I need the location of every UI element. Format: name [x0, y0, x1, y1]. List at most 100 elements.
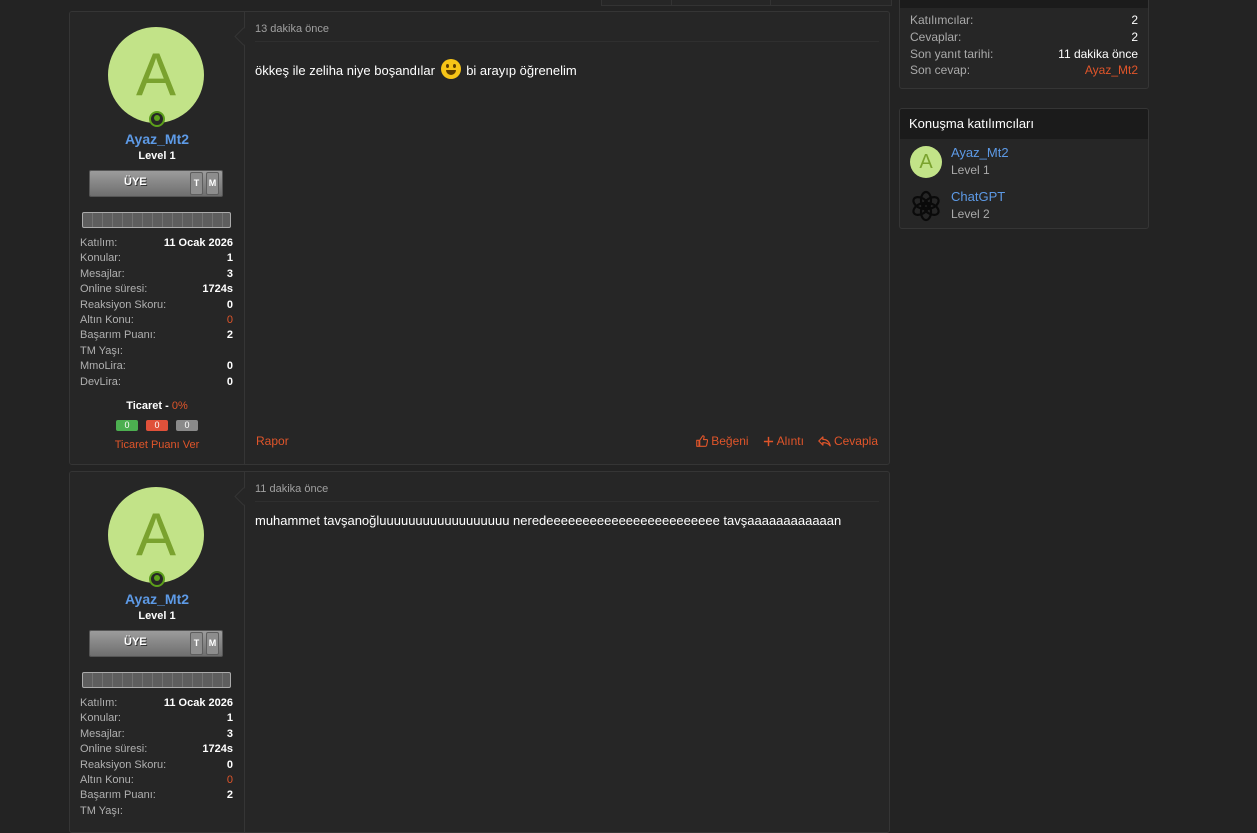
username-link[interactable]: Ayaz_Mt2: [70, 591, 244, 607]
stat-label: Katılım:: [80, 237, 118, 249]
stat-value: 2: [226, 329, 233, 342]
info-row: Son yanıt tarihi: 11 dakika önce: [900, 47, 1148, 64]
stat-label: Online süresi:: [80, 743, 148, 756]
stat-row: Başarım Puanı: 2: [80, 789, 233, 804]
reply-button[interactable]: Cevapla: [818, 434, 878, 448]
post-actions: Beğeni Alıntı Cevapla: [696, 434, 878, 448]
stat-row: TM Yaşı:: [80, 345, 233, 360]
stat-row: Katılım: 11 Ocak 2026: [80, 697, 233, 712]
trade-neutral-badge: 0: [176, 420, 198, 431]
post-body: ökkeş ile zeliha niye boşandılar bi aray…: [255, 59, 577, 79]
info-label: Son cevap:: [910, 63, 971, 78]
thread-info-box: Katılımcılar: 2 Cevaplar: 2 Son yanıt tari…: [899, 0, 1149, 89]
thread-info-header: [900, 0, 1148, 8]
stat-value: 0: [226, 375, 233, 388]
online-status-icon: [149, 111, 165, 127]
trade-negative-badge: 0: [146, 420, 168, 431]
trade-score: Ticaret - 0%: [70, 400, 244, 412]
post-user-panel: A Ayaz_Mt2 Level 1 ÜYE T M Katılım: 11 Oc…: [70, 472, 245, 832]
trade-label: Ticaret -: [126, 400, 169, 412]
info-row: Son cevap: Ayaz_Mt2: [900, 63, 1148, 80]
stat-value: 0: [226, 360, 233, 373]
stat-value: 1: [226, 252, 233, 265]
stat-label: DevLira:: [80, 375, 121, 388]
rank-tag-t: T: [190, 172, 203, 195]
stat-value: 0: [226, 773, 233, 786]
info-row: Cevaplar: 2: [900, 30, 1148, 47]
participant-level: Level 2: [951, 207, 990, 221]
stat-label: Reaksiyon Skoru:: [80, 298, 167, 311]
post-2: A Ayaz_Mt2 Level 1 ÜYE T M Katılım: 11 Oc…: [69, 471, 890, 833]
stat-label: MmoLira:: [80, 360, 126, 373]
stat-value: 11 Ocak 2026: [163, 697, 233, 709]
stat-row: Reaksiyon Skoru: 0: [80, 299, 233, 314]
post-text: bi arayıp öğrenelim: [466, 63, 577, 78]
participants-title: Konuşma katılımcıları: [900, 109, 1148, 139]
post-content: 13 dakika önce ökkeş ile zeliha niye boş…: [245, 12, 889, 464]
trade-chips: 000: [70, 417, 244, 431]
give-trade-score-link[interactable]: Ticaret Puanı Ver: [70, 439, 244, 451]
avatar[interactable]: [910, 190, 942, 222]
rank-progress-bar: [82, 672, 231, 688]
stat-label: Başarım Puanı:: [80, 329, 156, 342]
stat-row: Online süresi: 1724s: [80, 743, 233, 758]
stat-row: TM Yaşı:: [80, 805, 233, 820]
stat-value: 0: [226, 298, 233, 311]
stat-label: Katılım:: [80, 697, 118, 709]
plus-icon: [763, 436, 773, 446]
avatar[interactable]: A: [108, 27, 204, 123]
like-button[interactable]: Beğeni: [696, 434, 749, 448]
last-reply-user-link[interactable]: Ayaz_Mt2: [1085, 63, 1138, 80]
stat-label: Başarım Puanı:: [80, 789, 156, 802]
thumbs-up-icon: [696, 435, 709, 447]
online-status-icon: [149, 571, 165, 587]
info-value: 2: [1131, 29, 1138, 44]
reply-arrow-icon: [818, 436, 831, 447]
post-date[interactable]: 13 dakika önce: [255, 23, 329, 35]
participant-level: Level 1: [951, 163, 990, 177]
post-body: muhammet tavşanoğluuuuuuuuuuuuuuuuuu ner…: [255, 513, 841, 528]
like-label: Beğeni: [711, 434, 749, 448]
info-value: 11 dakika önce: [1058, 46, 1138, 61]
stat-value: 2: [226, 789, 233, 802]
stat-label: Konular:: [80, 712, 121, 725]
user-stats: Katılım: 11 Ocak 2026 Konular: 1 Mesajlar:…: [80, 237, 233, 391]
participant-name-link[interactable]: Ayaz_Mt2: [951, 145, 1009, 160]
post-1: A Ayaz_Mt2 Level 1 ÜYE T M Katılım: 11 Oc…: [69, 11, 890, 465]
post-text: muhammet tavşanoğluuuuuuuuuuuuuuuuuu ner…: [255, 513, 842, 528]
stat-label: TM Yaşı:: [80, 804, 123, 817]
avatar[interactable]: A: [910, 146, 942, 178]
reply-label: Cevapla: [833, 434, 878, 448]
rank-label: ÜYE: [124, 176, 147, 188]
stat-value: 1: [226, 712, 233, 725]
stat-value: 3: [226, 727, 233, 740]
post-date[interactable]: 11 dakika önce: [255, 483, 328, 495]
stat-label: Online süresi:: [80, 283, 148, 296]
stat-row: DevLira: 0: [80, 376, 233, 391]
stat-row: Altın Konu: 0: [80, 314, 233, 329]
info-label: Son yanıt tarihi:: [910, 46, 994, 61]
quote-button[interactable]: Alıntı: [763, 434, 804, 448]
stat-row: MmoLira: 0: [80, 360, 233, 375]
info-value: 2: [1131, 13, 1138, 27]
report-link[interactable]: Rapor: [256, 434, 289, 448]
info-row: Katılımcılar: 2: [900, 13, 1148, 30]
stat-row: Mesajlar: 3: [80, 268, 233, 283]
post-content: 11 dakika önce muhammet tavşanoğluuuuuuu…: [245, 472, 889, 832]
stat-label: Altın Konu:: [80, 313, 134, 326]
participant-name-link[interactable]: ChatGPT: [951, 189, 1005, 204]
stat-row: Konular: 1: [80, 712, 233, 727]
stat-row: Konular: 1: [80, 252, 233, 267]
stat-row: Katılım: 11 Ocak 2026: [80, 237, 233, 252]
stat-label: Altın Konu:: [80, 773, 134, 786]
user-stats: Katılım: 11 Ocak 2026 Konular: 1 Mesajlar:…: [80, 697, 233, 820]
avatar[interactable]: A: [108, 487, 204, 583]
stat-label: TM Yaşı:: [80, 344, 123, 357]
stat-value: 0: [226, 758, 233, 771]
rank-tag-m: M: [206, 172, 219, 195]
grinning-face-emoji-icon: [440, 59, 461, 79]
quote-label: Alıntı: [776, 434, 804, 448]
username-link[interactable]: Ayaz_Mt2: [70, 131, 244, 147]
stat-row: Başarım Puanı: 2: [80, 329, 233, 344]
stat-value: 11 Ocak 2026: [163, 237, 233, 249]
